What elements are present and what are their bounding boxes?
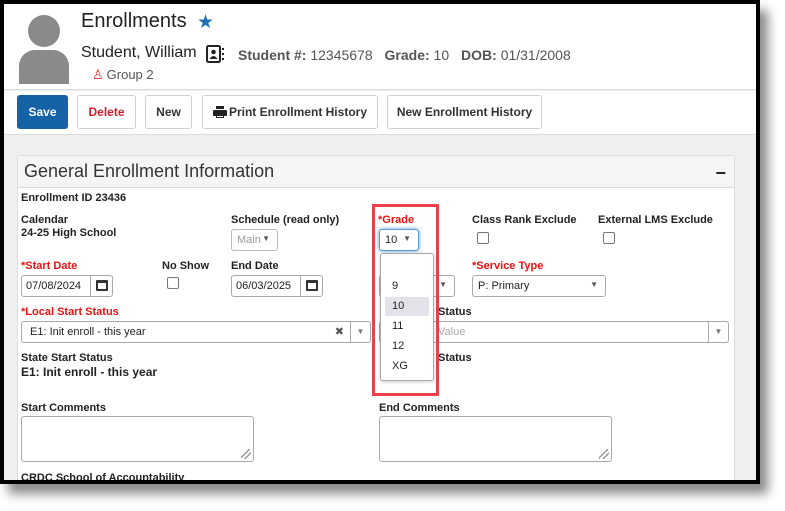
person-pin-icon: ♙ [92, 67, 104, 82]
contact-card-icon[interactable] [205, 44, 225, 64]
schedule-value: Main [237, 234, 261, 246]
chevron-down-icon: ▼ [590, 280, 598, 289]
resize-handle[interactable] [599, 449, 609, 459]
collapse-icon[interactable]: − [715, 163, 726, 184]
student-info: Student #: 12345678 Grade: 10 DOB: 01/31… [238, 47, 571, 63]
dob-value: 01/31/2008 [500, 47, 571, 63]
print-button-label: Print Enrollment History [228, 105, 367, 119]
service-type-label: *Service Type [472, 260, 544, 272]
state-start-status-value: E1: Init enroll - this year [21, 365, 158, 379]
student-name: Student, William [81, 44, 197, 61]
student-avatar [16, 12, 72, 84]
student-number-label: Student #: [238, 47, 307, 63]
schedule-label: Schedule (read only) [231, 214, 340, 226]
chevron-down-icon: ▼ [439, 280, 447, 289]
new-enrollment-history-button[interactable]: New Enrollment History [387, 95, 542, 129]
end-date-label: End Date [231, 260, 279, 272]
no-show-label: No Show [162, 260, 210, 272]
panel-title: General Enrollment Information [24, 161, 275, 181]
start-date-calendar-button[interactable] [90, 276, 112, 296]
start-date-label: *Start Date [21, 260, 78, 272]
service-type-select[interactable]: P: Primary ▼ [472, 275, 606, 297]
state-start-status-label: State Start Status [21, 352, 113, 364]
end-date-input[interactable]: 06/03/2025 [231, 275, 323, 297]
annotation-highlight-box [372, 204, 439, 396]
local-end-status-label: Status [438, 306, 472, 318]
end-date-value: 06/03/2025 [236, 280, 292, 292]
new-button[interactable]: New [145, 95, 192, 129]
star-icon[interactable]: ★ [197, 11, 214, 34]
end-date-calendar-button[interactable] [300, 276, 322, 296]
calendar-value: 24-25 High School [21, 227, 117, 239]
end-comments-textarea[interactable] [379, 416, 612, 462]
dob-label: DOB: [461, 47, 497, 63]
action-toolbar: Save Delete New Print Enrollment History… [4, 91, 756, 135]
local-start-status-select[interactable]: E1: Init enroll - this year ✖ ▼ [21, 321, 371, 343]
group-label: Group 2 [106, 67, 154, 82]
external-lms-exclude-label: External LMS Exclude [598, 214, 713, 226]
save-button[interactable]: Save [17, 95, 68, 129]
crdc-school-label: CRDC School of Accountability [21, 472, 185, 480]
window-frame: Enrollments ★ Student, William Student #… [0, 0, 760, 484]
service-type-value: P: Primary [478, 280, 530, 292]
print-enrollment-history-button[interactable]: Print Enrollment History [202, 95, 378, 129]
page-header: Enrollments ★ Student, William Student #… [4, 4, 756, 90]
local-start-status-label: *Local Start Status [21, 306, 119, 318]
local-start-status-value: E1: Init enroll - this year [30, 326, 146, 338]
clear-icon[interactable]: ✖ [335, 325, 344, 338]
chevron-down-icon[interactable]: ▼ [350, 322, 370, 342]
state-end-status-label: Status [438, 352, 472, 364]
app-window: Enrollments ★ Student, William Student #… [4, 4, 756, 480]
enrollment-id: Enrollment ID 23436 [21, 192, 127, 204]
chevron-down-icon: ▼ [262, 234, 270, 243]
calendar-icon [96, 280, 108, 291]
printer-icon [213, 106, 227, 118]
student-group: ♙ Group 2 [92, 67, 154, 83]
grade-label: Grade: [384, 47, 430, 63]
schedule-select: Main ▼ [231, 229, 278, 251]
no-show-checkbox[interactable] [167, 277, 179, 289]
chevron-down-icon[interactable]: ▼ [708, 322, 728, 342]
class-rank-exclude-label: Class Rank Exclude [472, 214, 577, 226]
end-comments-label: End Comments [379, 402, 460, 414]
start-date-input[interactable]: 07/08/2024 [21, 275, 113, 297]
class-rank-exclude-checkbox[interactable] [477, 232, 489, 244]
start-comments-label: Start Comments [21, 402, 106, 414]
calendar-icon [306, 280, 318, 291]
calendar-label: Calendar [21, 214, 69, 226]
delete-button[interactable]: Delete [77, 95, 136, 129]
student-number: 12345678 [310, 47, 373, 63]
external-lms-exclude-checkbox[interactable] [603, 232, 615, 244]
grade-value: 10 [433, 47, 450, 63]
page-title: Enrollments [81, 10, 187, 32]
resize-handle[interactable] [241, 449, 251, 459]
start-comments-textarea[interactable] [21, 416, 254, 462]
panel-header: General Enrollment Information − [18, 156, 734, 188]
start-date-value: 07/08/2024 [26, 280, 82, 292]
